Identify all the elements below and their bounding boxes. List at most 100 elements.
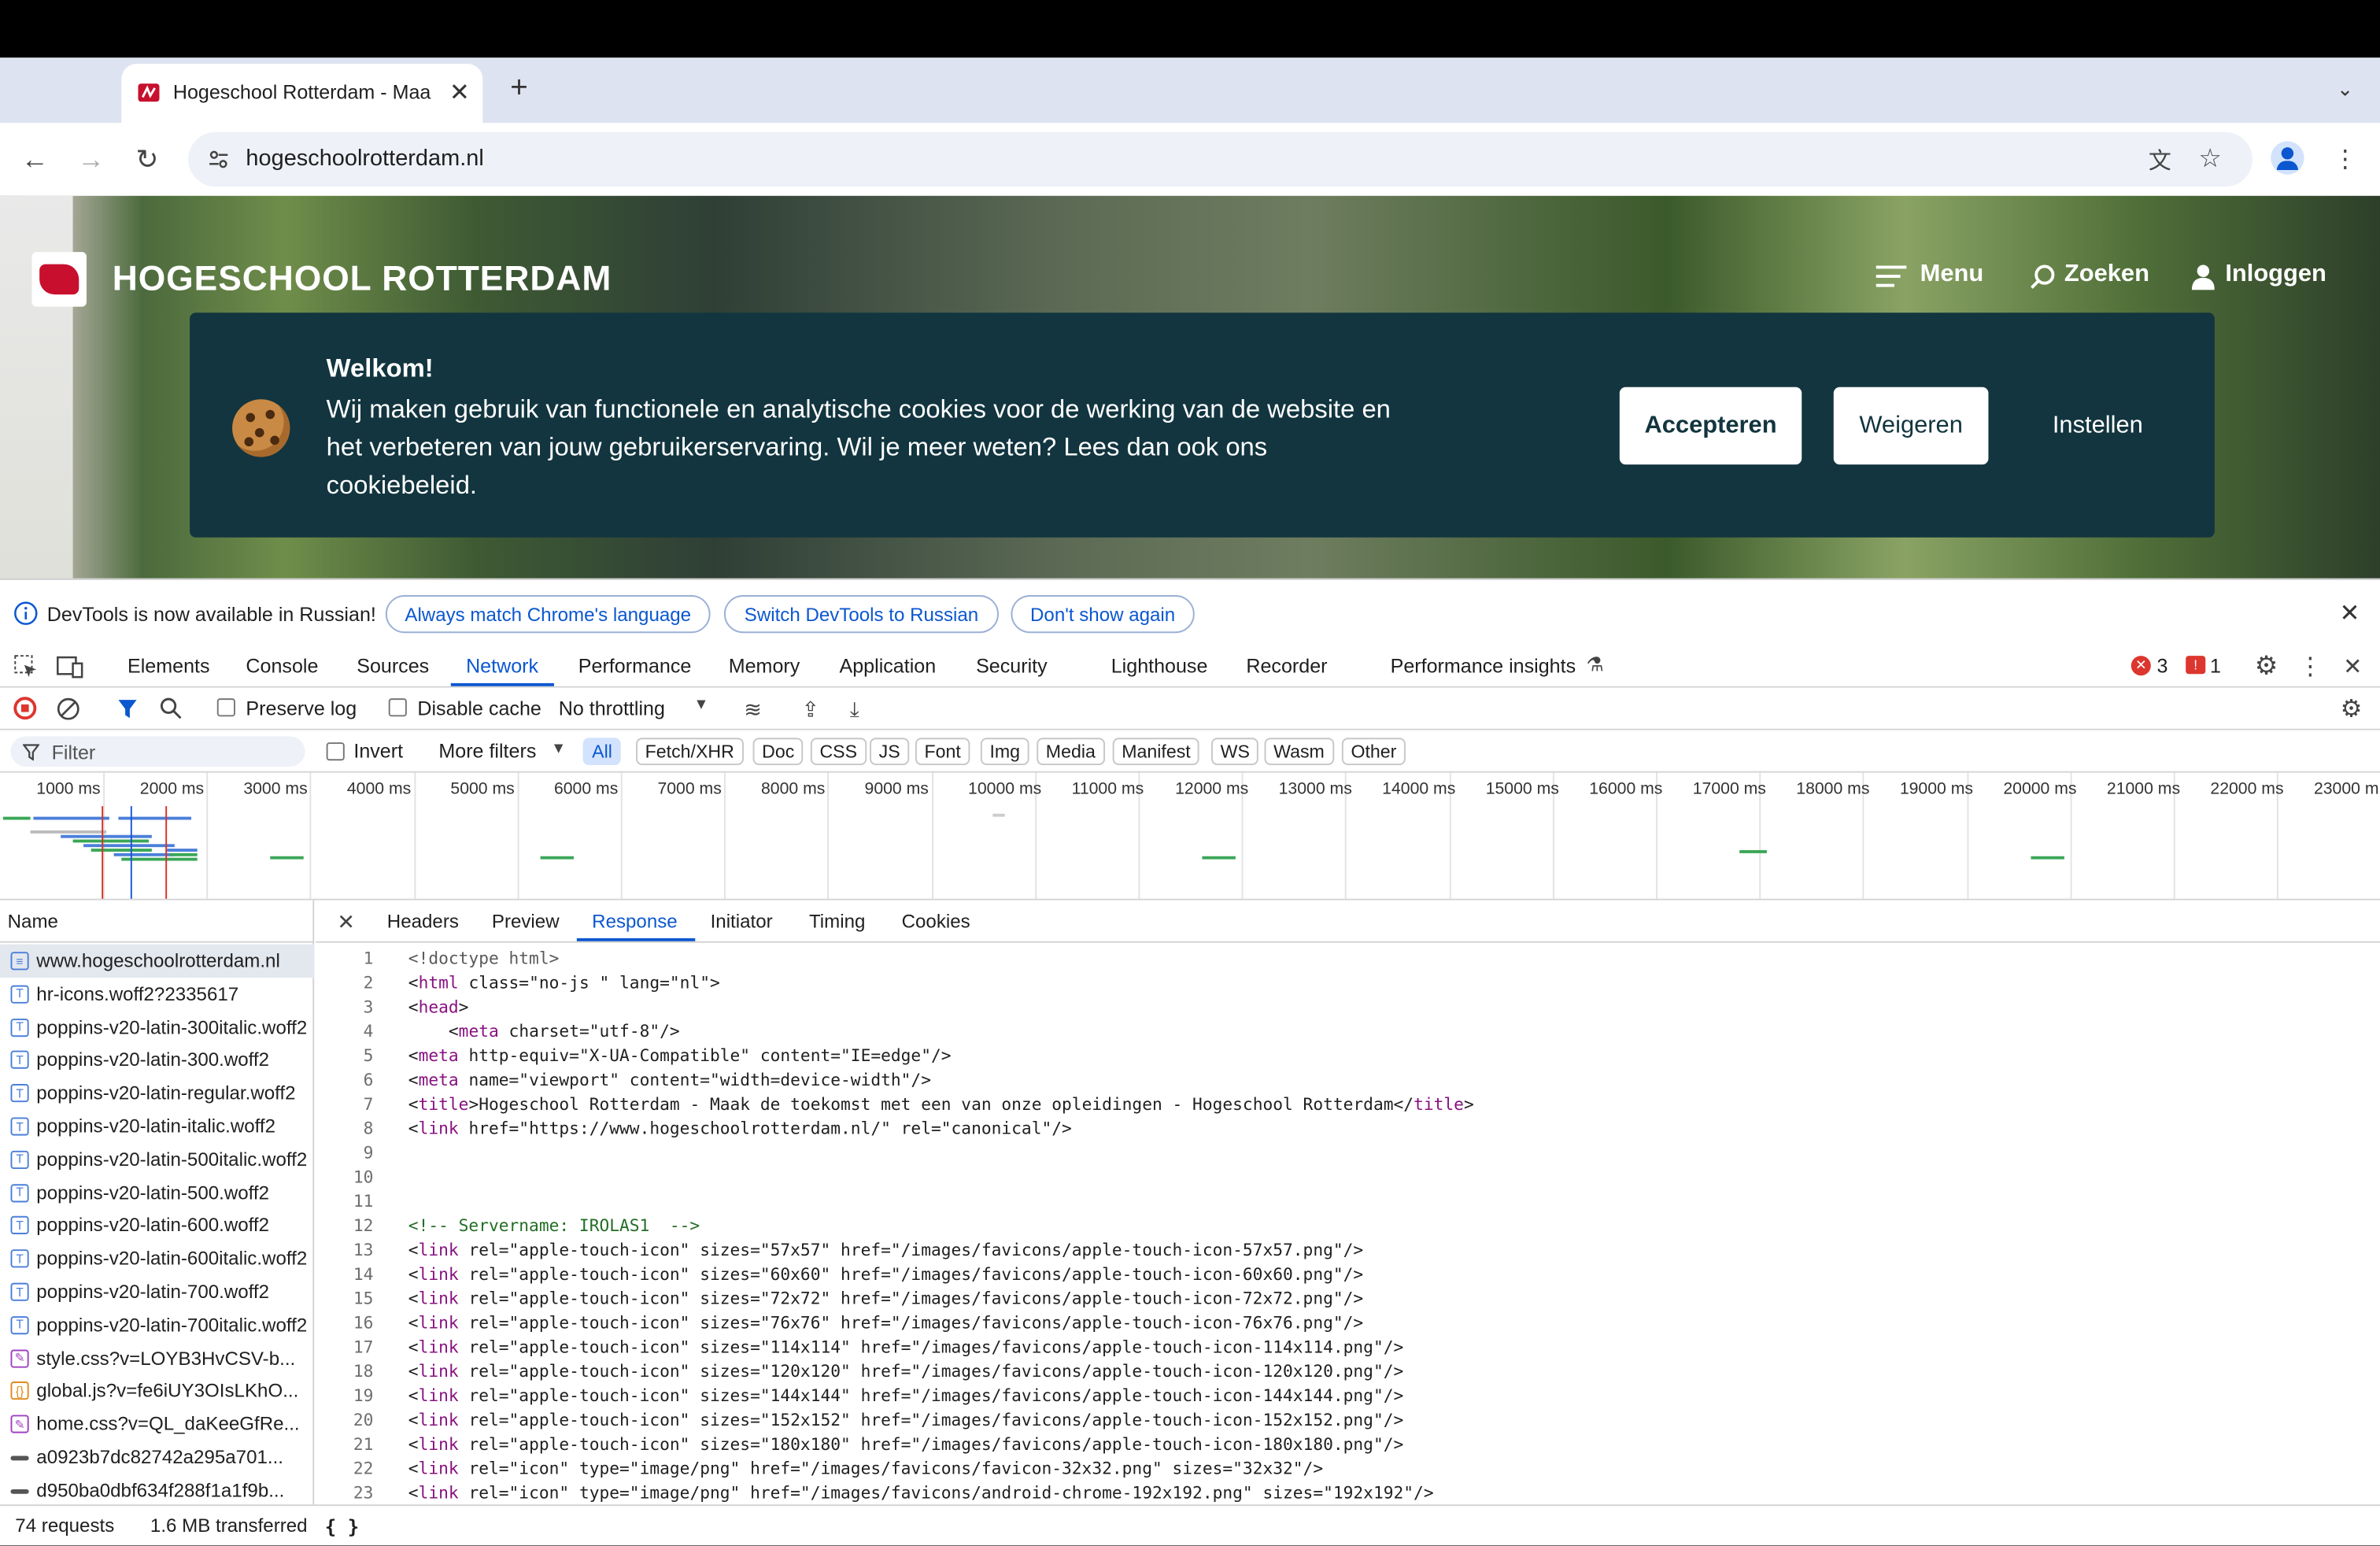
filter-manifest[interactable]: Manifest	[1112, 738, 1200, 766]
request-row[interactable]: ✎ style.css?v=LOYB3HvCSV-b...	[0, 1341, 314, 1374]
new-tab-button[interactable]: +	[504, 70, 534, 106]
response-source-viewer[interactable]: 1 <!doctype html> 2 <html class="no-js " la…	[316, 947, 2380, 1503]
request-row[interactable]: {} global.js?v=fe6iUY3OIsLKhO...	[0, 1374, 314, 1407]
issues-icon[interactable]: !	[2186, 656, 2206, 675]
filter-img[interactable]: Img	[980, 738, 1029, 766]
detail-tab-timing[interactable]: Timing	[809, 911, 865, 932]
filter-media[interactable]: Media	[1037, 738, 1105, 766]
tab-lighthouse[interactable]: Lighthouse	[1111, 654, 1208, 677]
close-devtools-icon[interactable]: ✕	[2338, 651, 2368, 682]
request-row[interactable]: Tpoppins-v20-latin-500.woff2	[0, 1176, 314, 1209]
hr-logo-icon[interactable]	[31, 252, 87, 307]
request-row[interactable]: Tpoppins-v20-latin-italic.woff2	[0, 1110, 314, 1143]
disable-cache-checkbox[interactable]	[388, 698, 407, 717]
address-bar[interactable]: hogeschoolrotterdam.nl	[188, 131, 2253, 187]
search-network-icon[interactable]	[160, 697, 183, 719]
search-icon[interactable]	[2030, 264, 2056, 290]
tab-console[interactable]: Console	[246, 654, 318, 677]
dont-show-again-button[interactable]: Don't show again	[1011, 595, 1195, 634]
request-row[interactable]: d950ba0dbf634f288f1a1f9b...	[0, 1474, 314, 1507]
detail-tab-preview[interactable]: Preview	[492, 911, 560, 932]
record-stop-icon[interactable]	[13, 697, 37, 720]
error-count[interactable]: 3	[2157, 654, 2168, 677]
detail-tab-cookies[interactable]: Cookies	[902, 911, 970, 932]
tab-security[interactable]: Security	[976, 654, 1048, 677]
tab-recorder[interactable]: Recorder	[1246, 654, 1327, 677]
request-row[interactable]: Tpoppins-v20-latin-500italic.woff2	[0, 1143, 314, 1176]
detail-tab-response[interactable]: Response	[592, 911, 678, 932]
cookie-settings-button[interactable]: Instellen	[2019, 387, 2177, 464]
detail-tab-headers[interactable]: Headers	[387, 911, 459, 932]
clear-icon[interactable]	[56, 697, 80, 721]
search-link[interactable]: Zoeken	[2064, 261, 2149, 289]
forward-icon[interactable]: →	[73, 141, 109, 177]
site-settings-icon[interactable]	[206, 147, 231, 172]
filter-doc[interactable]: Doc	[752, 738, 804, 766]
tab-memory[interactable]: Memory	[729, 654, 800, 677]
switch-to-russian-button[interactable]: Switch DevTools to Russian	[723, 595, 1000, 634]
tab-search-chevron-icon[interactable]: ⌄	[2328, 73, 2361, 106]
filter-funnel-icon[interactable]	[117, 698, 139, 719]
network-timeline-overview[interactable]: 1000 ms 2000 ms 3000 ms 4000 ms 5000 ms 6000 …	[0, 772, 2380, 901]
request-row[interactable]: Tpoppins-v20-latin-600italic.woff2	[0, 1242, 314, 1275]
user-icon[interactable]	[2191, 264, 2215, 290]
back-icon[interactable]: ←	[17, 141, 53, 177]
network-conditions-icon[interactable]: ≋	[737, 693, 768, 724]
accept-cookies-button[interactable]: Accepteren	[1619, 386, 1802, 465]
tab-network[interactable]: Network	[466, 654, 538, 677]
request-row[interactable]: Tpoppins-v20-latin-regular.woff2	[0, 1077, 314, 1110]
request-row[interactable]: Tpoppins-v20-latin-700italic.woff2	[0, 1308, 314, 1341]
filter-ws[interactable]: WS	[1211, 738, 1259, 766]
hamburger-icon[interactable]	[1876, 264, 1907, 289]
filter-fetch-xhr[interactable]: Fetch/XHR	[636, 738, 744, 766]
decline-cookies-button[interactable]: Weigeren	[1833, 386, 1989, 465]
tab-application[interactable]: Application	[840, 654, 937, 677]
request-row[interactable]: Tpoppins-v20-latin-600.woff2	[0, 1209, 314, 1242]
request-row[interactable]: Thr-icons.woff2?2335617	[0, 978, 314, 1011]
network-settings-gear-icon[interactable]: ⚙	[2336, 693, 2367, 724]
always-match-language-button[interactable]: Always match Chrome's language	[385, 595, 711, 634]
filter-css[interactable]: CSS	[810, 738, 867, 766]
pretty-print-button[interactable]: { }	[325, 1515, 360, 1538]
request-row[interactable]: a0923b7dc82742a295a701...	[0, 1441, 314, 1474]
tab-elements[interactable]: Elements	[128, 654, 210, 677]
preserve-log-checkbox[interactable]	[216, 698, 235, 717]
more-filters-dropdown[interactable]: More filters	[438, 739, 536, 762]
throttling-dropdown-icon[interactable]: ▼	[693, 697, 708, 713]
filter-font[interactable]: Font	[915, 738, 970, 766]
filter-other[interactable]: Other	[1341, 738, 1406, 766]
request-row[interactable]: Tpoppins-v20-latin-300italic.woff2	[0, 1011, 314, 1044]
request-row[interactable]: Tpoppins-v20-latin-700.woff2	[0, 1275, 314, 1308]
throttling-select[interactable]: No throttling	[559, 697, 665, 719]
detail-tab-initiator[interactable]: Initiator	[711, 911, 773, 932]
issues-count[interactable]: 1	[2210, 654, 2221, 677]
browser-menu-icon[interactable]: ⋮	[2327, 141, 2363, 177]
menu-link[interactable]: Menu	[1920, 261, 1984, 289]
browser-tab[interactable]: Hogeschool Rotterdam - Maa ✕	[121, 64, 483, 124]
export-har-icon[interactable]: ⤓	[840, 693, 870, 724]
tab-sources[interactable]: Sources	[357, 654, 429, 677]
login-link[interactable]: Inloggen	[2225, 261, 2326, 289]
request-row[interactable]: Tpoppins-v20-latin-300.woff2	[0, 1044, 314, 1077]
translate-icon[interactable]: 文	[2142, 141, 2178, 177]
filter-input[interactable]: Filter	[10, 736, 305, 767]
reload-icon[interactable]: ↻	[129, 141, 165, 177]
devtools-menu-icon[interactable]: ⋮	[2295, 651, 2326, 682]
invert-checkbox[interactable]	[326, 742, 345, 761]
profile-avatar-icon[interactable]	[2271, 141, 2304, 175]
bookmark-star-icon[interactable]: ☆	[2192, 141, 2228, 177]
settings-gear-icon[interactable]: ⚙	[2251, 651, 2282, 682]
tab-performance-insights[interactable]: Performance insights	[1391, 654, 1576, 677]
filter-js[interactable]: JS	[870, 738, 910, 766]
import-har-icon[interactable]: ⇪	[796, 693, 826, 724]
close-infobar-icon[interactable]: ✕	[2334, 598, 2365, 629]
request-row[interactable]: ≡ www.hogeschoolrotterdam.nl	[0, 944, 315, 978]
inspect-element-icon[interactable]	[13, 654, 38, 679]
request-row[interactable]: ✎ home.css?v=QL_daKeeGfRe...	[0, 1407, 314, 1441]
error-icon[interactable]: ✕	[2131, 656, 2151, 676]
device-toolbar-icon[interactable]	[56, 654, 83, 679]
site-brand[interactable]: HOGESCHOOL ROTTERDAM	[113, 258, 612, 299]
close-tab-icon[interactable]: ✕	[449, 77, 470, 108]
close-detail-icon[interactable]: ✕	[334, 908, 358, 934]
filter-wasm[interactable]: Wasm	[1264, 738, 1334, 766]
